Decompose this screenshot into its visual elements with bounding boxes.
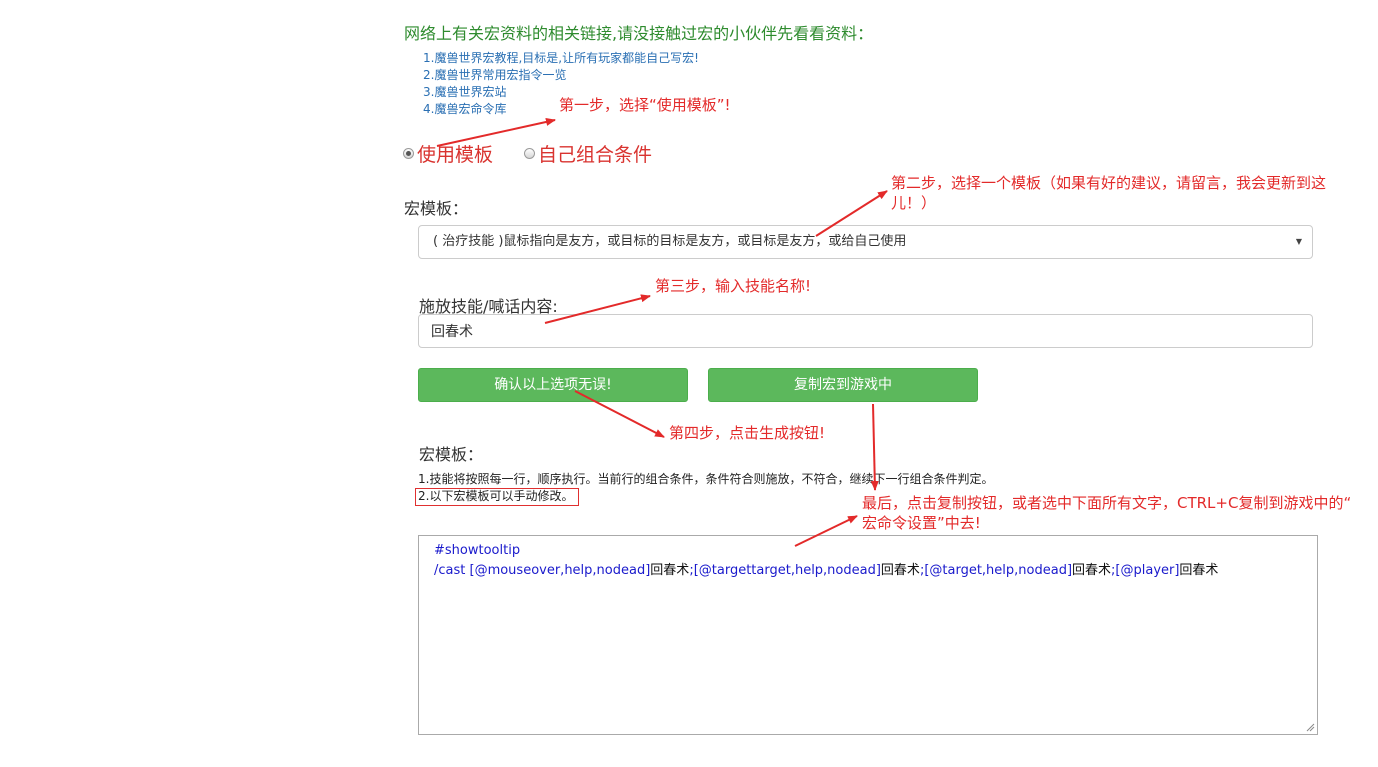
annotation-final: 最后，点击复制按钮，或者选中下面所有文字，CTRL+C复制到游戏中的“ 宏命令设… bbox=[862, 493, 1351, 533]
annotation-step2-line2: 儿！） bbox=[891, 194, 937, 212]
macro-line-2-part: 回春术 bbox=[880, 563, 920, 578]
skill-input[interactable] bbox=[418, 314, 1313, 348]
macro-line-2-part: 回春术 bbox=[1072, 563, 1112, 578]
radio-custom-conditions[interactable]: 自己组合条件 bbox=[524, 140, 652, 167]
annotation-step4: 第四步，点击生成按钮! bbox=[669, 424, 826, 442]
macro-line-2-part: /cast [@mouseover,help,nodead] bbox=[434, 563, 651, 578]
template-select[interactable]: ( 治疗技能 )鼠标指向是友方，或目标的目标是友方，或目标是友方，或给自己使用 … bbox=[418, 225, 1313, 259]
output-note-1: 1.技能将按照每一行，顺序执行。当前行的组合条件，条件符合则施放，不符合，继续下… bbox=[418, 472, 994, 486]
confirm-button[interactable]: 确认以上选项无误! bbox=[418, 368, 688, 402]
radio-checked-icon[interactable] bbox=[403, 148, 414, 159]
template-select-label: 宏模板： bbox=[404, 199, 469, 218]
radio-use-template[interactable]: 使用模板 bbox=[403, 140, 493, 167]
highlight-box bbox=[415, 488, 579, 506]
resize-grip-icon[interactable] bbox=[1305, 722, 1315, 732]
macro-line-2-part: ;[@targettarget,help,nodead] bbox=[689, 563, 881, 578]
radio-use-template-label: 使用模板 bbox=[417, 144, 494, 166]
annotation-final-line1: 最后，点击复制按钮，或者选中下面所有文字，CTRL+C复制到游戏中的“ bbox=[862, 494, 1352, 512]
macro-line-2-part: 回春术 bbox=[650, 563, 690, 578]
template-select-value: ( 治疗技能 )鼠标指向是友方，或目标的目标是友方，或目标是友方，或给自己使用 bbox=[433, 234, 907, 249]
macro-line-2-part: ;[@player] bbox=[1111, 563, 1180, 578]
macro-line-2-part: 回春术 bbox=[1179, 563, 1219, 578]
annotation-step3: 第三步，输入技能名称! bbox=[655, 277, 812, 295]
annotation-step1: 第一步，选择“使用模板”! bbox=[559, 96, 731, 114]
copy-macro-button[interactable]: 复制宏到游戏中 bbox=[708, 368, 978, 402]
chevron-down-icon: ▼ bbox=[1295, 237, 1302, 246]
macro-line-2-part: ;[@target,help,nodead] bbox=[919, 563, 1073, 578]
radio-custom-conditions-label: 自己组合条件 bbox=[538, 144, 653, 166]
output-label: 宏模板： bbox=[419, 445, 484, 464]
macro-textarea[interactable]: #showtooltip /cast [@mouseover,help,node… bbox=[418, 535, 1318, 735]
macro-line-1: #showtooltip bbox=[434, 543, 521, 558]
annotation-step2: 第二步，选择一个模板（如果有好的建议，请留言，我会更新到这 儿！） bbox=[891, 173, 1326, 213]
radio-unchecked-icon[interactable] bbox=[524, 148, 535, 159]
macro-line-2: /cast [@mouseover,help,nodead]回春术;[@targ… bbox=[434, 561, 1302, 581]
link-common-commands[interactable]: 2.魔兽世界常用宏指令一览 bbox=[423, 67, 699, 84]
link-macro-tutorial[interactable]: 1.魔兽世界宏教程,目标是,让所有玩家都能自己写宏! bbox=[423, 50, 699, 67]
annotation-step2-line1: 第二步，选择一个模板（如果有好的建议，请留言，我会更新到这 bbox=[891, 174, 1327, 192]
annotation-final-line2: 宏命令设置”中去! bbox=[862, 514, 981, 532]
intro-heading: 网络上有关宏资料的相关链接,请没接触过宏的小伙伴先看看资料： bbox=[404, 24, 874, 43]
